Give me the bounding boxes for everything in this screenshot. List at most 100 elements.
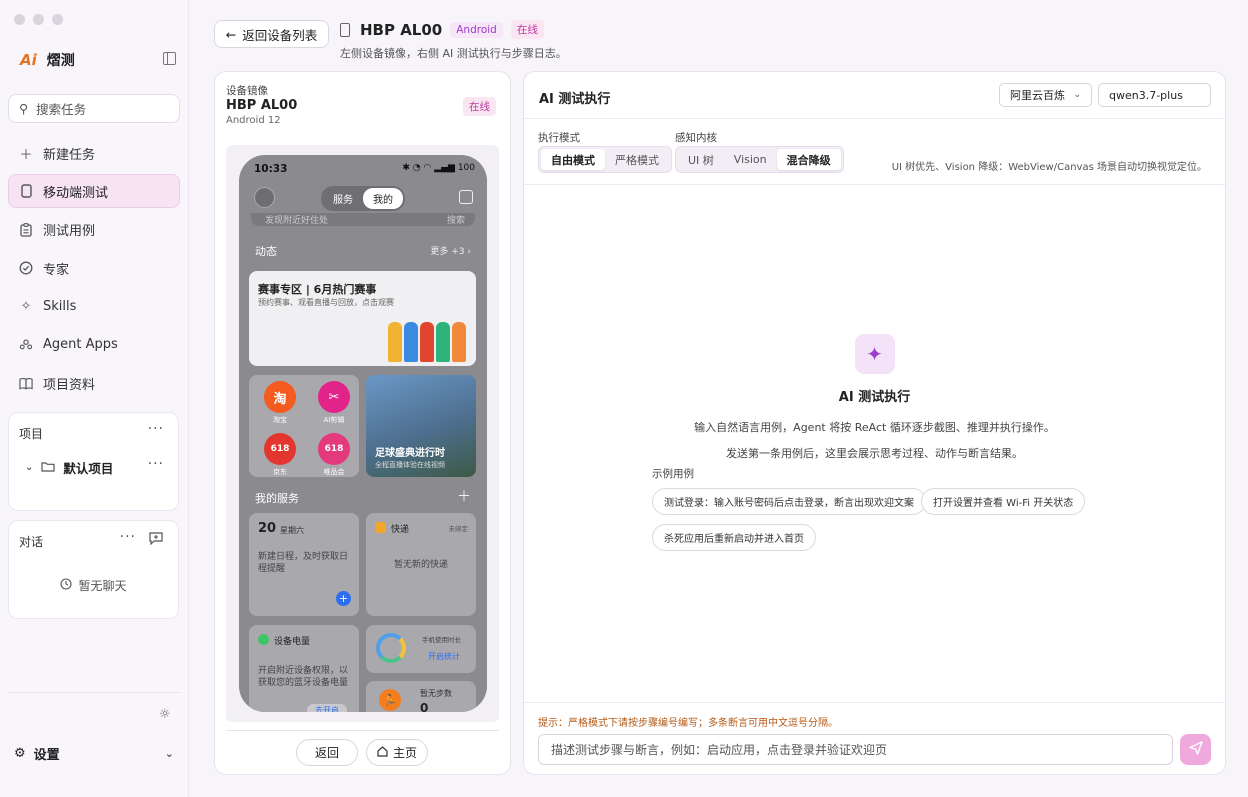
zoom-window-button[interactable]	[52, 14, 63, 25]
phone-icon	[19, 184, 33, 199]
sidebar-collapse-icon[interactable]	[163, 52, 176, 65]
phone-top-bar: 服务 我的	[251, 185, 475, 211]
battery-hint: 开启附近设备权限，以获取您的蓝牙设备电量	[258, 666, 349, 689]
exec-mode-strict[interactable]: 严格模式	[605, 149, 669, 170]
examples-label: 示例用例	[652, 468, 694, 480]
device-screen[interactable]: 10:33 ✱ ◔ ◠ ▂▄▆ 100 服务 我的 发现附近好住处 搜索 动态 …	[239, 155, 487, 712]
example-chip-text: 测试登录：输入账号密码后点击登录，断言出现欢迎文案	[664, 498, 914, 509]
device-header: HBP AL00 Android 在线	[340, 20, 544, 39]
strict-mode-tip: 提示：严格模式下请按步骤编号编写；多条断言可用中文逗号分隔。	[538, 718, 838, 729]
settings-menu[interactable]: ⚙ 设置 ⌄	[14, 744, 174, 763]
phone-battery-widget[interactable]: 设备电量 开启附近设备权限，以获取您的蓝牙设备电量 去开启	[249, 625, 359, 712]
taobao-icon: 淘	[264, 381, 296, 413]
app-ai-clip[interactable]: ✂ AI剪辑	[311, 381, 357, 425]
calendar-hint: 新建日程，及时获取日程提醒	[258, 552, 349, 575]
projects-more-icon[interactable]: ···	[148, 421, 164, 437]
search-input[interactable]: 搜索任务	[36, 99, 86, 118]
jd-icon: 618	[264, 433, 296, 465]
chats-title: 对话	[19, 535, 44, 549]
perception-ui-tree[interactable]: UI 树	[678, 149, 724, 170]
brand: Ai 熠测	[20, 50, 75, 70]
usage-enable-button[interactable]: 开启统计	[428, 651, 460, 662]
platform-badge: Android	[450, 21, 503, 38]
theme-toggle-sun-icon[interactable]: ☼	[159, 707, 171, 722]
phone-app-folder[interactable]: 淘 淘宝 ✂ AI剪辑 618 京东 618 唯品会	[249, 375, 359, 477]
phone-tab-service[interactable]: 服务	[323, 188, 363, 209]
phone-express-widget[interactable]: 快递 未绑定 暂无新的快递	[366, 513, 476, 616]
avatar[interactable]	[254, 187, 275, 208]
phone-search-button[interactable]: 搜索	[447, 213, 465, 226]
sidebar-item-mobile-test[interactable]: 移动端测试	[8, 174, 180, 209]
sidebar-item-agent-apps[interactable]: Agent Apps	[8, 328, 180, 362]
phone-steps-widget[interactable]: 🏃 暂无步数 0	[366, 681, 476, 712]
device-panel-divider	[226, 730, 499, 731]
back-to-device-list-button[interactable]: ← 返回设备列表	[214, 20, 329, 48]
phone-section-more[interactable]: 更多 +3 ›	[430, 244, 471, 257]
new-chat-icon[interactable]	[149, 532, 163, 549]
app-vip[interactable]: 618 唯品会	[311, 433, 357, 477]
close-window-button[interactable]	[14, 14, 25, 25]
empty-chat-text: 暂无聊天	[78, 579, 127, 593]
minimize-window-button[interactable]	[33, 14, 44, 25]
promo-subtitle: 全程直播体验在线视频	[375, 461, 445, 469]
device-title: HBP AL00	[360, 20, 443, 39]
task-search[interactable]: ⚲ 搜索任务	[8, 94, 180, 123]
add-event-icon[interactable]: +	[336, 591, 351, 606]
ai-mode-divider	[524, 184, 1225, 185]
phone-event-banner[interactable]: 赛事专区 | 6月热门赛事 预约赛事、观看直播与回放，点击观赛	[249, 271, 476, 366]
send-button[interactable]	[1180, 734, 1211, 765]
sidebar-item-new-task[interactable]: ＋ 新建任务	[8, 136, 180, 170]
provider-value: 阿里云百炼	[1010, 89, 1065, 102]
empty-state-title: AI 测试执行	[838, 390, 911, 405]
phone-calendar-widget[interactable]: 20 星期六 新建日程，及时获取日程提醒 +	[249, 513, 359, 616]
app-jd[interactable]: 618 京东	[257, 433, 303, 477]
device-back-button[interactable]: 返回	[296, 739, 358, 766]
empty-chat-state: 暂无聊天	[9, 577, 178, 594]
banner-subtitle: 预约赛事、观看直播与回放，点击观赛	[258, 298, 394, 307]
app-taobao[interactable]: 淘 淘宝	[257, 381, 303, 425]
device-home-label: 主页	[392, 746, 417, 760]
empty-state-desc-line-2: 发送第一条用例后，这里会展示思考过程、动作与断言结果。	[726, 447, 1023, 460]
clock-icon	[60, 578, 73, 593]
phone-icon	[340, 22, 350, 37]
sidebar-divider	[8, 692, 180, 693]
vip-icon: 618	[318, 433, 350, 465]
phone-football-promo[interactable]: 足球盛典进行时 全程直播体验在线视频	[366, 375, 476, 477]
chats-more-icon[interactable]: ···	[120, 529, 136, 545]
phone-tab-switch: 服务 我的	[321, 185, 405, 211]
model-input[interactable]: qwen3.7-plus	[1098, 83, 1211, 107]
device-os: Android 12	[226, 115, 281, 126]
phone-search-strip[interactable]: 发现附近好住处 搜索	[251, 213, 475, 226]
example-chip-restart[interactable]: 杀死应用后重新启动并进入首页	[652, 524, 816, 551]
perception-vision[interactable]: Vision	[724, 149, 777, 170]
app-label: 京东	[273, 468, 287, 476]
test-step-input[interactable]: 描述测试步骤与断言，例如：启动应用，点击登录并验证欢迎页	[538, 734, 1173, 765]
plus-icon: ＋	[19, 147, 33, 163]
provider-select[interactable]: 阿里云百炼 ⌄	[999, 83, 1092, 107]
ai-input-divider	[524, 702, 1225, 703]
phone-my-services: 我的服务	[255, 492, 299, 505]
sidebar-item-test-cases[interactable]: 测试用例	[8, 213, 180, 247]
scan-icon[interactable]	[459, 190, 473, 204]
exec-mode-free[interactable]: 自由模式	[541, 149, 605, 170]
perception-hybrid[interactable]: 混合降级	[776, 149, 841, 170]
battery-enable-button[interactable]: 去开启	[307, 704, 347, 712]
phone-add-service-icon[interactable]: ＋	[457, 486, 471, 506]
phone-tab-mine[interactable]: 我的	[363, 187, 403, 209]
project-more-icon[interactable]: ···	[148, 456, 164, 472]
express-empty: 暂无新的快递	[394, 560, 449, 570]
folder-icon	[41, 460, 55, 475]
calendar-date: 20	[258, 521, 277, 536]
device-home-button[interactable]: 主页	[366, 739, 428, 766]
sidebar-item-skills[interactable]: ✧ Skills	[8, 290, 180, 324]
example-chip-text: 杀死应用后重新启动并进入首页	[664, 534, 804, 545]
sidebar-item-project-docs[interactable]: 项目资料	[8, 366, 180, 400]
project-item-default[interactable]: ⌄ 默认项目	[25, 458, 113, 477]
example-chip-wifi[interactable]: 打开设置并查看 Wi-Fi 开关状态	[921, 488, 1086, 515]
phone-usage-widget[interactable]: 手机使用时长 开启统计	[366, 625, 476, 673]
example-chip-login[interactable]: 测试登录：输入账号密码后点击登录，断言出现欢迎文案	[652, 488, 926, 515]
perception-hint: UI 树优先、Vision 降级：WebView/Canvas 场景自动切换视觉…	[891, 162, 1207, 173]
app-logo-icon: Ai	[20, 51, 37, 69]
phone-time: 10:33	[254, 163, 288, 175]
sidebar-item-expert[interactable]: 专家	[8, 251, 180, 285]
